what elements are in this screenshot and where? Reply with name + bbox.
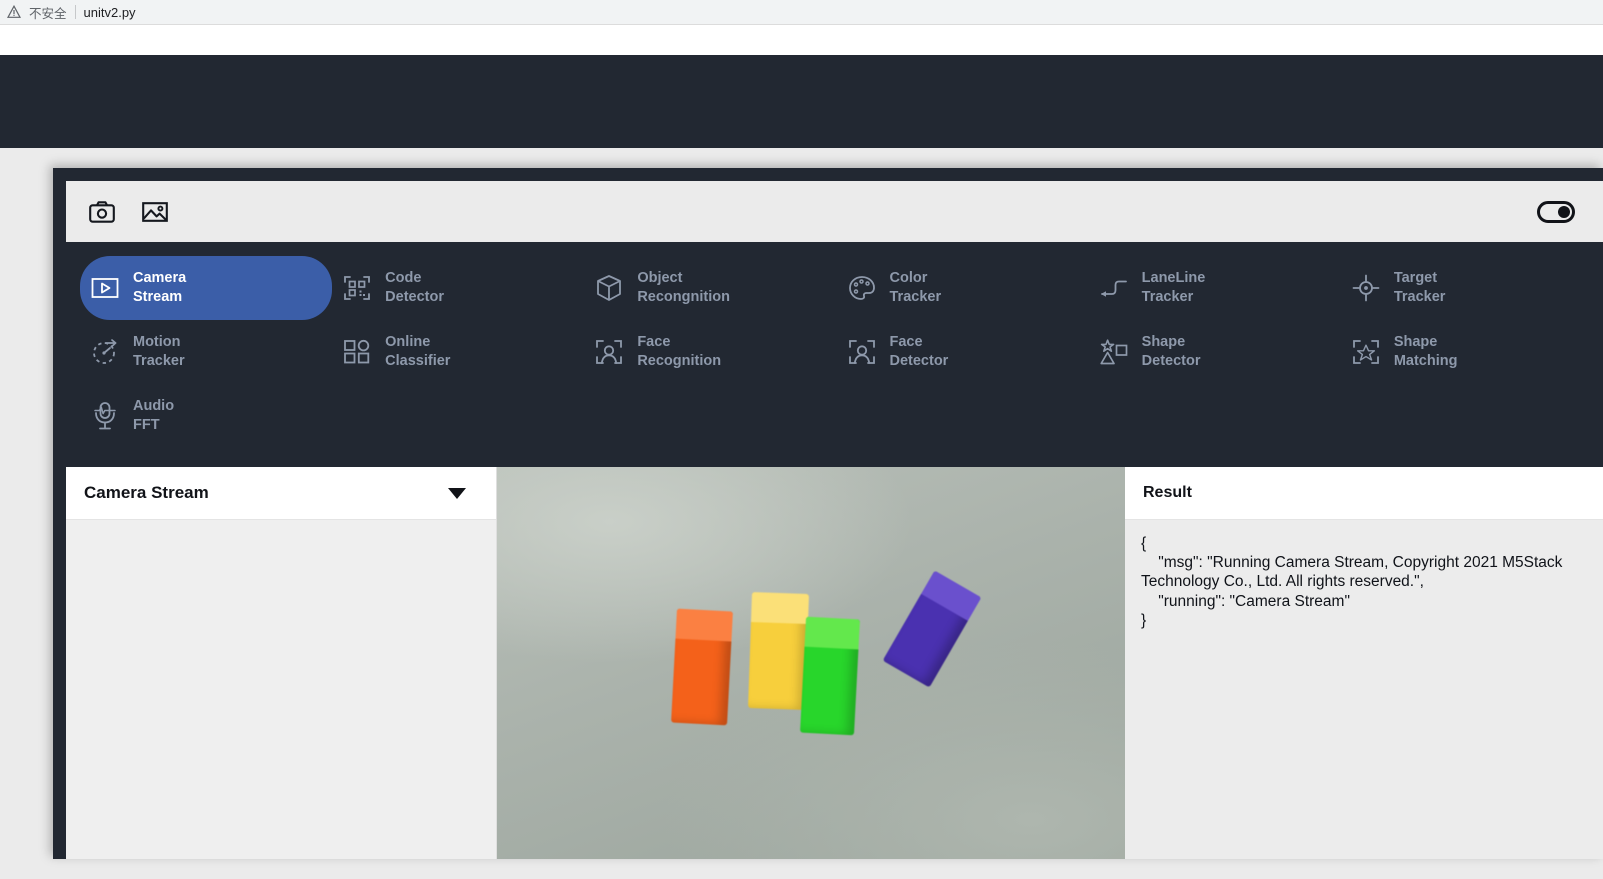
result-json-text: { "msg": "Running Camera Stream, Copyrig… [1141,535,1563,629]
shape-detector-icon [1099,337,1129,367]
menu-item-motion-tracker[interactable]: Motion Tracker [80,320,332,384]
purple-block-shadow [497,587,577,639]
insecure-label[interactable]: 不安全 [29,3,67,22]
menu-item-label: Audio FFT [133,397,175,433]
white-gap [0,25,1603,55]
face-scan-icon [847,337,877,367]
menu-item-face-recognition[interactable]: Face Recognition [584,320,836,384]
result-panel-header: Result [1125,467,1603,520]
function-menu: Camera Stream Code Detector Object Recongn… [66,242,1603,467]
toggle-knob [1558,205,1570,218]
menu-item-label: Code Detector [385,269,444,305]
control-panel-header[interactable]: Camera Stream [66,467,496,520]
microphone-icon [90,401,120,431]
face-scan-icon [594,337,624,367]
yellow-block-shadow [497,529,581,587]
camera-icon[interactable] [88,198,115,225]
url-text[interactable]: unitv2.py [84,5,136,20]
cube-icon [594,273,624,303]
menu-item-label: Color Tracker [889,269,942,305]
dark-banner [0,55,1603,148]
menu-item-label: Face Detector [889,333,949,369]
target-crosshair-icon [1351,273,1381,303]
shape-matching-icon [1351,337,1381,367]
menu-item-label: Target Tracker [1393,269,1446,305]
motion-icon [90,337,120,367]
camera-frame [497,467,1125,859]
green-block [800,616,860,736]
menu-item-shape-matching[interactable]: Shape Matching [1341,320,1593,384]
menu-item-label: Online Classifier [385,333,451,369]
menu-item-object-recongnition[interactable]: Object Recongnition [584,256,836,320]
menu-item-color-tracker[interactable]: Color Tracker [837,256,1089,320]
warning-triangle-icon[interactable] [6,5,21,20]
result-panel-title: Result [1143,484,1192,501]
menu-item-camera-stream[interactable]: Camera Stream [80,256,333,320]
menu-item-label: Camera Stream [133,269,187,305]
menu-item-target-tracker[interactable]: Target Tracker [1341,256,1593,320]
yellow-block [747,592,810,710]
menu-item-label: Face Recognition [637,333,722,369]
toolbar-icon-group [88,198,168,225]
browser-address-bar: 不安全 unitv2.py [0,0,1603,25]
control-panel-title: Camera Stream [84,483,209,502]
menu-item-label: Motion Tracker [133,333,185,369]
video-play-icon [90,273,120,303]
address-bar-divider [74,5,76,19]
orange-block-shadow [497,467,573,529]
menu-item-label: Object Recongnition [637,269,730,305]
app-card: Camera Stream Code Detector Object Recongn… [53,168,1603,859]
power-toggle[interactable] [1537,200,1575,223]
image-icon[interactable] [141,198,168,225]
menu-item-label: Shape Detector [1141,333,1201,369]
menu-item-online-classifier[interactable]: Online Classifier [332,320,584,384]
app-toolbar [66,181,1603,242]
purple-block [882,570,982,688]
control-panel: Camera Stream [66,467,497,859]
menu-item-laneline-tracker[interactable]: LaneLine Tracker [1089,256,1341,320]
laneline-icon [1099,273,1129,303]
control-panel-body [66,520,496,859]
app-card-inner: Camera Stream Code Detector Object Recongn… [66,181,1603,859]
menu-item-face-detector[interactable]: Face Detector [837,320,1089,384]
grid-shapes-icon [342,337,372,367]
qrcode-icon [342,273,372,303]
content-row: Camera Stream Result {"msg": "Running C… [66,467,1603,859]
orange-block [671,608,733,726]
menu-item-shape-detector[interactable]: Shape Detector [1089,320,1341,384]
page-background: Camera Stream Code Detector Object Recongn… [0,148,1603,879]
camera-stream-preview[interactable] [497,467,1125,859]
palette-icon [847,273,877,303]
chevron-down-icon[interactable] [448,487,466,499]
result-panel: Result { "msg": "Running Camera Stream, … [1125,467,1603,859]
menu-item-audio-fft[interactable]: Audio FFT [80,384,332,448]
menu-item-label: LaneLine Tracker [1141,269,1206,305]
menu-item-label: Shape Matching [1393,333,1458,369]
result-panel-body: { "msg": "Running Camera Stream, Copyrig… [1125,520,1603,859]
menu-item-code-detector[interactable]: Code Detector [332,256,584,320]
